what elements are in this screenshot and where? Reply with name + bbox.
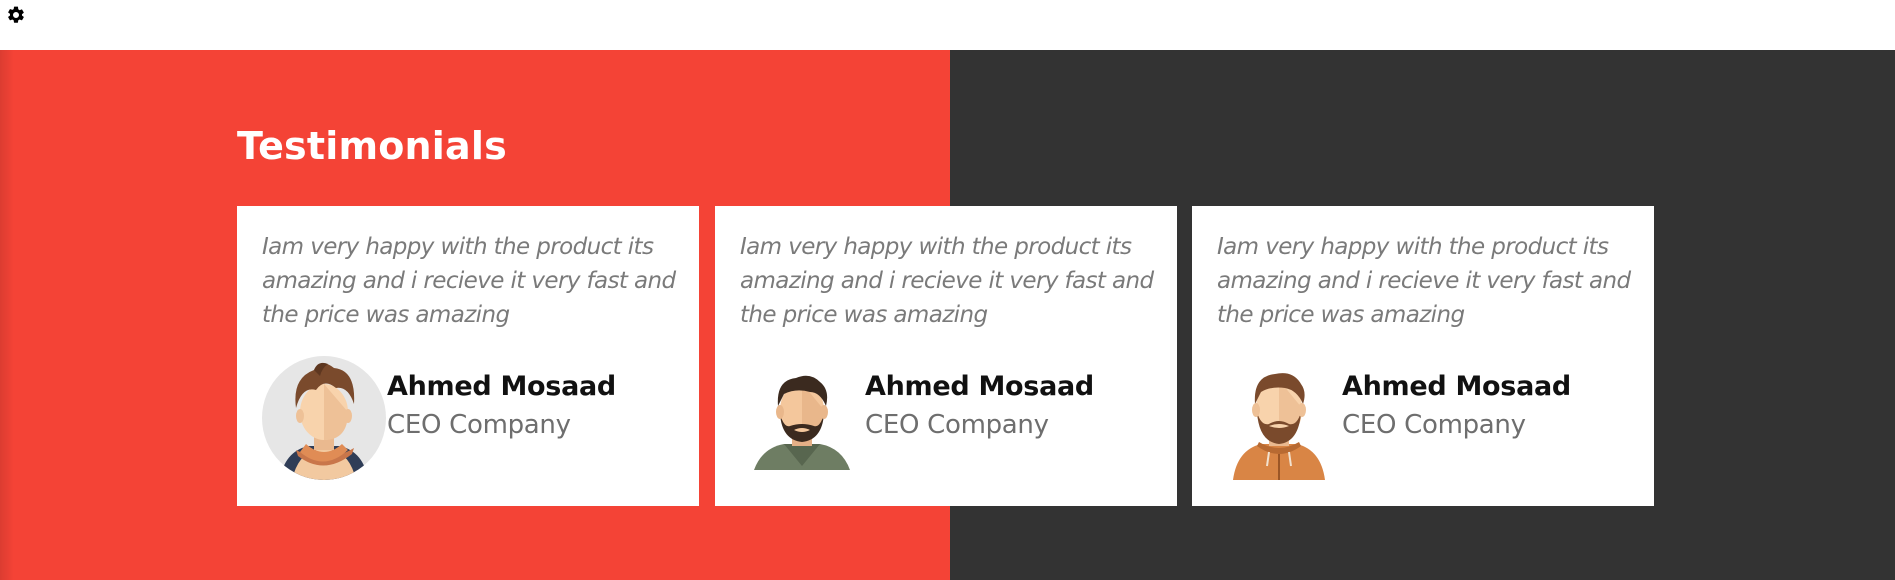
testimonial-quote: Iam very happy with the product its amaz… (262, 234, 676, 328)
testimonial-card: Iam very happy with the product its amaz… (237, 206, 699, 506)
testimonial-card: Iam very happy with the product its amaz… (1192, 206, 1654, 506)
testimonials-section: Testimonials Iam very happy with the pro… (0, 50, 1895, 580)
avatar-man-bearded-green-shirt-icon (740, 356, 864, 480)
edge-shadow (0, 50, 14, 580)
section-title: Testimonials (237, 124, 507, 168)
testimonial-name: Ahmed Mosaad (387, 371, 616, 402)
testimonial-name: Ahmed Mosaad (865, 371, 1094, 402)
testimonial-quote: Iam very happy with the product its amaz… (1217, 234, 1631, 328)
avatar-man-orange-scarf-icon (262, 356, 386, 480)
testimonial-card: Iam very happy with the product its amaz… (715, 206, 1177, 506)
testimonial-quote: Iam very happy with the product its amaz… (740, 234, 1154, 328)
avatar-man-bearded-orange-hoodie-icon (1217, 356, 1341, 480)
testimonial-role: CEO Company (387, 410, 571, 440)
top-bar (0, 0, 1895, 50)
testimonial-role: CEO Company (1342, 410, 1526, 440)
gear-icon[interactable] (6, 5, 26, 25)
testimonial-role: CEO Company (865, 410, 1049, 440)
testimonial-name: Ahmed Mosaad (1342, 371, 1571, 402)
